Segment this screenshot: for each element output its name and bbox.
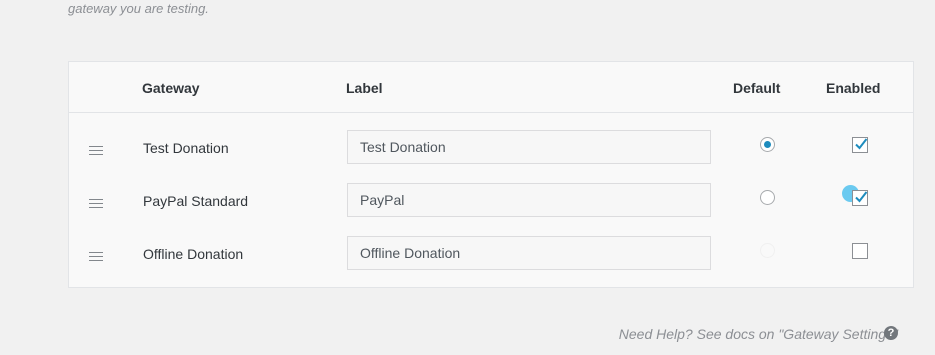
enabled-checkbox[interactable] (852, 137, 868, 153)
drag-handle-icon[interactable] (89, 199, 103, 208)
header-default: Default (733, 80, 781, 96)
gateway-label-input[interactable] (347, 130, 711, 164)
drag-handle-icon[interactable] (89, 252, 103, 261)
enabled-checkbox[interactable] (852, 190, 868, 206)
gateways-table: Gateway Label Default Enabled Test Donat… (68, 61, 914, 288)
gateway-name: PayPal Standard (143, 193, 249, 209)
drag-handle-icon[interactable] (89, 146, 103, 155)
gateway-label-input[interactable] (347, 236, 711, 270)
gateway-name: Test Donation (143, 140, 229, 156)
header-gateway: Gateway (142, 80, 200, 96)
table-row: PayPal Standard (69, 176, 913, 229)
table-row: Offline Donation (69, 229, 913, 282)
gateway-name: Offline Donation (143, 246, 244, 262)
table-row: Test Donation (69, 123, 913, 176)
table-header: Gateway Label Default Enabled (69, 62, 913, 113)
checkmark-icon (855, 138, 868, 150)
header-label: Label (346, 80, 383, 96)
default-radio[interactable] (760, 137, 775, 152)
question-icon[interactable]: ? (884, 326, 898, 340)
checkmark-icon (855, 191, 868, 203)
default-radio[interactable] (760, 243, 775, 258)
help-text[interactable]: Need Help? See docs on "Gateway Settings… (619, 326, 898, 342)
enabled-checkbox[interactable] (852, 243, 868, 259)
intro-text: gateway you are testing. (68, 1, 209, 16)
default-radio[interactable] (760, 190, 775, 205)
gateway-label-input[interactable] (347, 183, 711, 217)
header-enabled: Enabled (826, 80, 881, 96)
